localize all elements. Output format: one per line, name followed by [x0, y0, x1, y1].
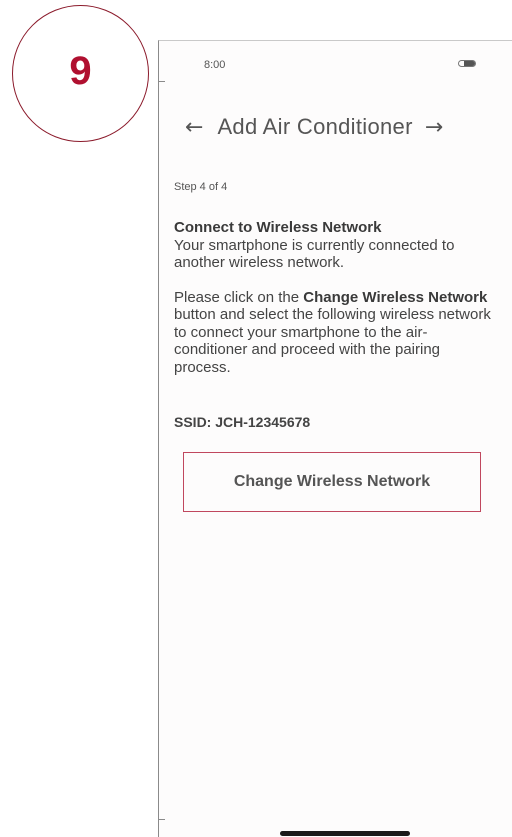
frame-tick: [159, 819, 165, 820]
ssid-label: SSID: JCH-12345678: [174, 414, 311, 430]
instructions-intro: Your smartphone is currently connected t…: [174, 236, 455, 272]
tutorial-page: 9 8:00 ← Add Air Conditioner → Step 4 of…: [0, 0, 512, 837]
frame-tick: [159, 81, 165, 82]
step-number-badge: 9: [12, 5, 149, 142]
instructions: Connect to Wireless Network Your smartph…: [174, 219, 494, 376]
change-wireless-network-button[interactable]: Change Wireless Network: [183, 452, 481, 512]
para2-bold: Change Wireless Network: [303, 288, 488, 306]
screen-title: Add Air Conditioner: [217, 114, 413, 139]
para2-prefix: Please click on the: [174, 288, 304, 306]
para2-suffix: button and select the following wireless…: [174, 306, 491, 376]
battery-icon: [458, 60, 476, 67]
step-indicator: Step 4 of 4: [174, 181, 228, 193]
instructions-heading: Connect to Wireless Network: [174, 219, 382, 236]
forward-arrow-icon[interactable]: →: [425, 115, 443, 140]
screen-header: ← Add Air Conditioner →: [185, 114, 505, 140]
back-arrow-icon[interactable]: ←: [185, 115, 203, 140]
step-number: 9: [69, 48, 92, 93]
phone-screen: 8:00 ← Add Air Conditioner → Step 4 of 4…: [158, 40, 512, 837]
home-indicator[interactable]: [280, 831, 410, 836]
instructions-paragraph: Please click on the Change Wireless Netw…: [174, 289, 494, 377]
status-time: 8:00: [204, 59, 226, 71]
